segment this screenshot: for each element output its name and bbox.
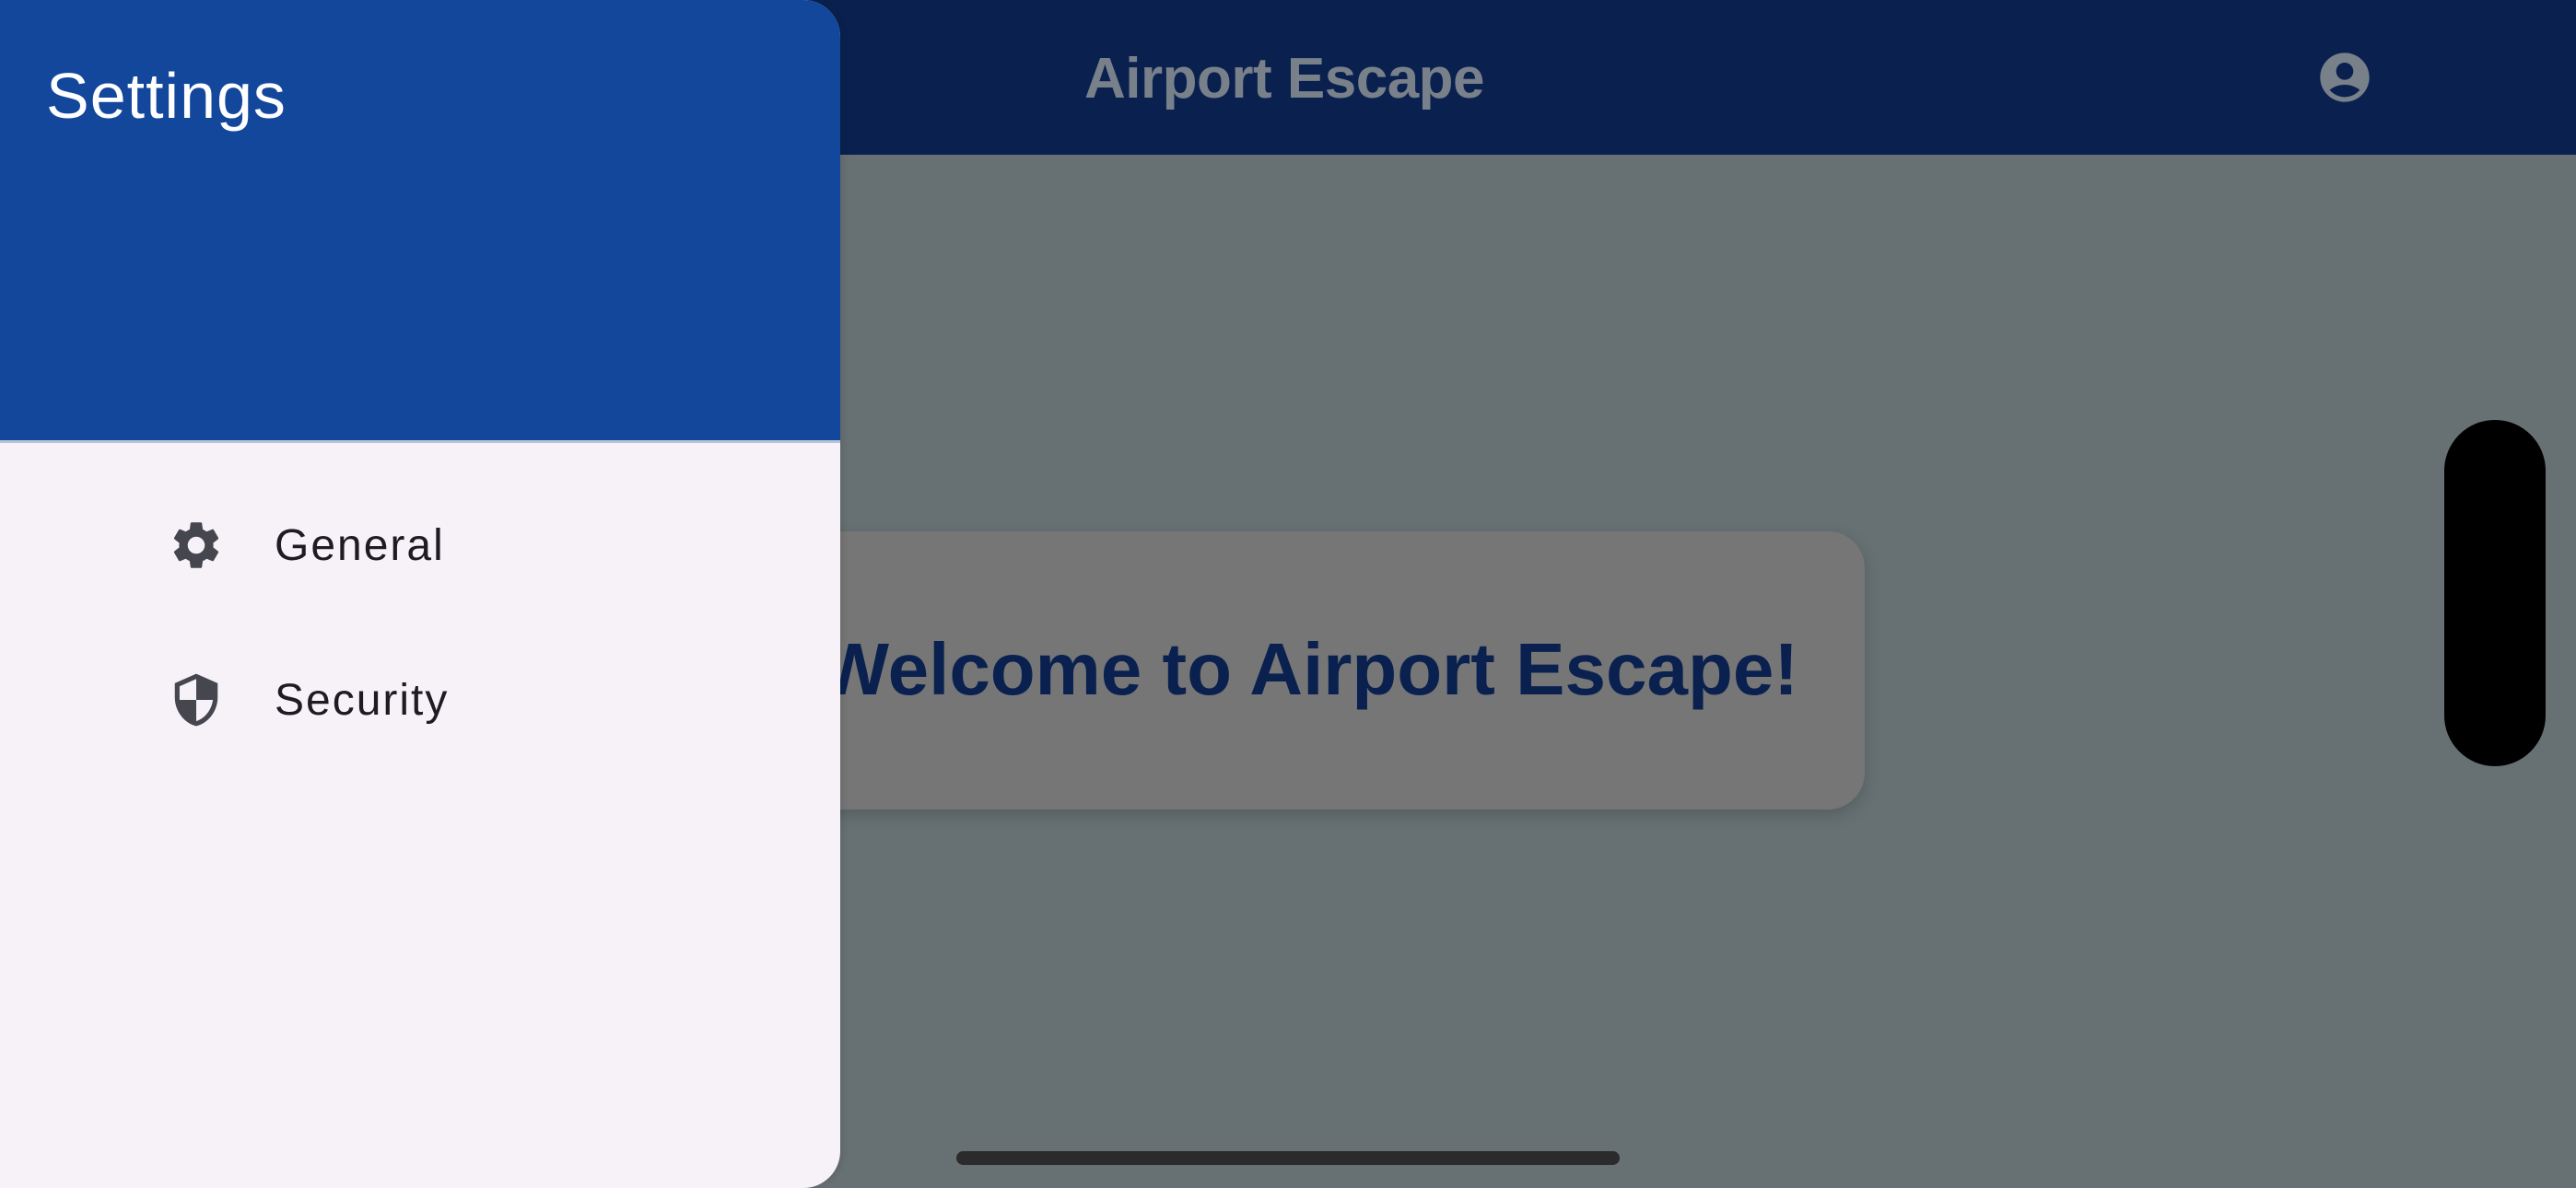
gear-icon: [168, 516, 225, 575]
drawer-item-label: General: [275, 521, 445, 570]
welcome-message: Welcome to Airport Escape!: [819, 628, 1798, 710]
camera-cutout: [2444, 420, 2546, 766]
welcome-card: Welcome to Airport Escape!: [663, 531, 1865, 809]
settings-drawer: Settings General Security: [0, 0, 840, 1188]
account-circle-icon: [2320, 52, 2370, 102]
drawer-header: Settings: [0, 0, 840, 443]
drawer-item-general[interactable]: General: [0, 476, 840, 614]
app-screen: Airport Escape Welcome to Airport Escape…: [0, 0, 2576, 1188]
drawer-title: Settings: [46, 60, 287, 132]
home-indicator[interactable]: [956, 1151, 1620, 1165]
account-button[interactable]: [2315, 48, 2374, 107]
shield-icon: [168, 670, 225, 729]
drawer-item-security[interactable]: Security: [0, 631, 840, 769]
drawer-item-label: Security: [275, 676, 450, 725]
app-title: Airport Escape: [1084, 47, 1485, 111]
